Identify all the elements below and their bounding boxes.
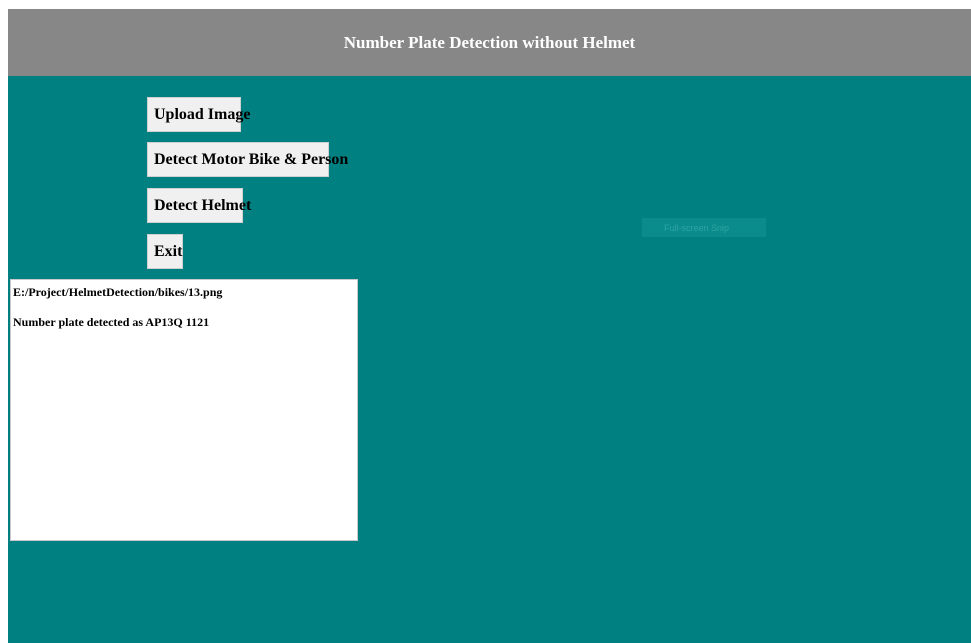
app-window: Number Plate Detection without Helmet Up… xyxy=(8,9,971,643)
window-title: Number Plate Detection without Helmet xyxy=(343,32,636,52)
output-spacer xyxy=(13,300,355,315)
upload-image-button[interactable]: Upload Image xyxy=(147,97,250,132)
output-text-area[interactable]: E:/Project/HelmetDetection/bikes/13.png … xyxy=(10,279,358,541)
detect-motor-bike-person-button[interactable]: Detect Motor Bike & Person xyxy=(147,142,348,177)
snip-tooltip: Full-screen Snip xyxy=(642,218,766,237)
exit-button[interactable]: Exit xyxy=(147,234,183,269)
output-file-path: E:/Project/HelmetDetection/bikes/13.png xyxy=(13,285,223,299)
title-bar: Number Plate Detection without Helmet xyxy=(8,9,971,76)
output-detection-result: Number plate detected as AP13Q 1121 xyxy=(13,315,210,329)
detect-helmet-button[interactable]: Detect Helmet xyxy=(147,188,251,223)
